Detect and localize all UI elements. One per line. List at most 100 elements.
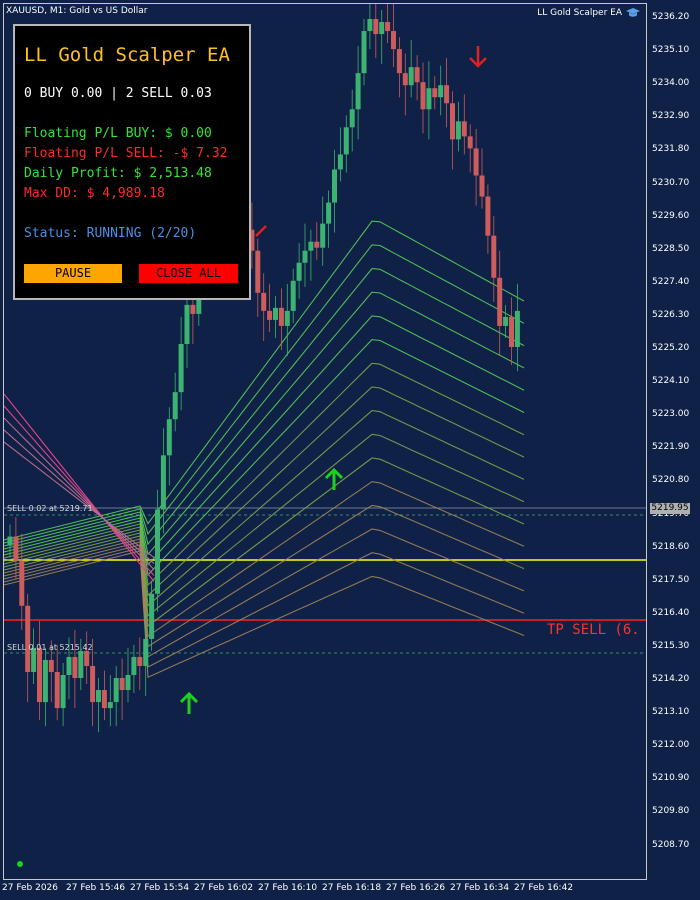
tp-sell-label: TP SELL (6.: [547, 622, 640, 638]
candle-body: [444, 85, 450, 104]
price-axis[interactable]: 5236.20 5235.10 5234.00 5232.90 5231.80 5230.…: [648, 0, 700, 880]
candle-body: [125, 674, 131, 691]
candle-body: [261, 292, 267, 311]
panel-title: LL Gold Scalper EA: [24, 44, 230, 66]
price-tick: 5210.90: [652, 773, 690, 784]
positions-summary: 0 BUY 0.00 | 2 SELL 0.03: [24, 86, 212, 101]
candle-body: [149, 593, 155, 639]
candle-body: [473, 148, 479, 176]
floating-pl-buy: Floating P/L BUY: $ 0.00: [24, 126, 212, 141]
candle-body: [491, 235, 497, 278]
candle-body: [66, 656, 72, 675]
close-all-button[interactable]: CLOSE ALL: [139, 264, 238, 283]
candle-body: [119, 678, 125, 691]
candle-body: [284, 310, 290, 326]
candle-body: [332, 169, 337, 203]
candle-body: [131, 656, 137, 675]
price-tick: 5235.10: [652, 45, 690, 56]
candle-body: [314, 241, 320, 248]
price-tick: 5227.40: [652, 276, 690, 287]
price-tick: 5228.50: [652, 243, 690, 254]
candle-body: [48, 659, 54, 672]
candle-body: [25, 605, 31, 672]
candle-body: [190, 304, 196, 314]
price-tick: 5232.90: [652, 111, 690, 122]
candle-body: [137, 656, 143, 666]
current-price-tag: 5219.95: [650, 503, 690, 514]
candle-body: [455, 121, 461, 140]
price-tick: 5214.20: [652, 674, 690, 684]
symbol-label: XAUUSD, M1: Gold vs US Dollar: [6, 6, 148, 16]
price-tick: 5230.70: [652, 177, 690, 188]
candle-body: [308, 241, 314, 251]
candle-body: [402, 73, 408, 86]
price-tick: 5218.60: [652, 541, 690, 552]
candle-body: [514, 310, 520, 347]
candle-body: [290, 280, 296, 311]
candle-body: [160, 455, 166, 510]
price-tick: 5209.80: [652, 806, 690, 817]
price-tick: 5221.90: [652, 442, 690, 453]
candle-body: [78, 650, 84, 678]
signal-dot: [17, 861, 23, 867]
candle-body: [273, 307, 278, 320]
candle-body: [7, 536, 13, 546]
sell-order-label: SELL 0.01 at 5215.42: [7, 643, 93, 652]
time-tick: 27 Feb 16:10: [258, 883, 318, 893]
candle-body: [255, 250, 261, 293]
candle-body: [461, 121, 467, 137]
price-tick: 5226.30: [652, 309, 690, 320]
ma-ribbon-line: [4, 362, 525, 587]
ea-name-text: LL Gold Scalper EA: [537, 8, 622, 18]
candle-body: [13, 536, 19, 561]
price-tick: 5231.80: [652, 144, 690, 155]
candle-body: [391, 31, 396, 50]
ea-panel: LL Gold Scalper EA 0 BUY 0.00 | 2 SELL 0…: [13, 24, 251, 300]
price-tick: 5220.80: [652, 475, 690, 486]
candle-body: [337, 154, 343, 170]
ma-ribbon-line: [4, 405, 155, 576]
status-line: Status: RUNNING (2/20): [24, 226, 196, 241]
candle-body: [503, 316, 509, 326]
candle-body: [479, 175, 485, 197]
price-tick: 5224.10: [652, 376, 690, 387]
candle-body: [37, 647, 42, 703]
price-tick: 5216.40: [652, 607, 690, 618]
status-value: RUNNING (2/20): [86, 226, 197, 241]
candle-body: [178, 343, 184, 393]
time-tick: 27 Feb 16:34: [450, 883, 510, 893]
time-axis[interactable]: 27 Feb 2026 27 Feb 15:46 27 Feb 15:54 27 Fe…: [0, 880, 700, 900]
time-tick: 27 Feb 16:18: [322, 883, 382, 893]
candle-body: [432, 88, 438, 98]
price-tick: 5225.20: [652, 343, 690, 353]
status-label: Status:: [24, 226, 79, 241]
candle-body: [450, 103, 455, 140]
sell-order-label: SELL 0.02 at 5219.71: [7, 504, 93, 513]
candle-body: [84, 650, 90, 666]
candle-body: [467, 136, 473, 149]
price-tick: 5217.50: [652, 574, 690, 585]
candle-body: [72, 656, 78, 678]
candle-body: [54, 671, 60, 709]
candle-body: [426, 88, 432, 110]
candle-body: [107, 702, 113, 709]
candle-body: [355, 73, 361, 110]
candle-body: [296, 262, 302, 281]
candle-body: [509, 316, 514, 347]
daily-profit: Daily Profit: $ 2,513.48: [24, 166, 212, 181]
candle-body: [326, 202, 332, 224]
candle-body: [320, 223, 326, 248]
price-tick: 5236.20: [652, 12, 690, 22]
candle-body: [90, 665, 96, 703]
buy-arrow-icon: [179, 691, 199, 714]
candle-body: [385, 22, 391, 32]
price-tick: 5208.70: [652, 839, 690, 850]
price-tick: 5234.00: [652, 78, 690, 89]
ma-ribbon-line: [4, 528, 525, 658]
candle-body: [367, 19, 373, 32]
candle-body: [373, 19, 379, 35]
pause-button[interactable]: PAUSE: [24, 264, 122, 283]
candle-body: [101, 690, 107, 709]
candle-body: [19, 560, 25, 606]
time-tick: 27 Feb 15:46: [66, 883, 126, 893]
